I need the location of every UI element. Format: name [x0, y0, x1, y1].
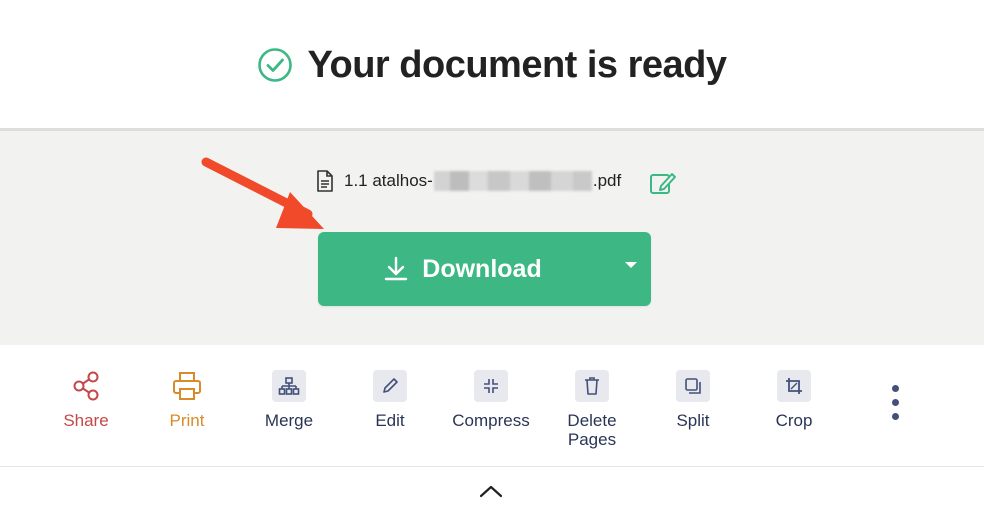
tool-compress-label: Compress — [452, 411, 530, 430]
page-title: Your document is ready — [307, 43, 727, 86]
more-dot — [891, 413, 899, 420]
divider — [0, 466, 984, 467]
file-name-suffix: .pdf — [592, 171, 622, 190]
file-name: 1.1 atalhos- .pdf — [344, 171, 621, 191]
rename-edit-icon[interactable] — [648, 169, 678, 197]
tool-edit[interactable]: Edit — [340, 370, 440, 430]
download-button[interactable]: Download — [318, 232, 651, 306]
tool-merge[interactable]: Merge — [239, 370, 339, 430]
tools-toolbar: Share Print Merge Edit Compress Delete P… — [0, 360, 984, 460]
page: Your document is ready 1.1 atalhos- .pdf — [0, 0, 984, 507]
tool-delete-pages[interactable]: Delete Pages — [542, 370, 642, 449]
merge-icon — [272, 370, 306, 402]
download-options-caret-icon[interactable] — [625, 262, 637, 268]
tool-crop-label: Crop — [775, 411, 813, 430]
tool-edit-label: Edit — [375, 411, 405, 430]
tool-share[interactable]: Share — [36, 370, 136, 430]
share-icon — [69, 370, 103, 402]
tool-merge-label: Merge — [264, 411, 314, 430]
crop-icon — [777, 370, 811, 402]
download-panel: 1.1 atalhos- .pdf Download — [0, 128, 984, 345]
download-main[interactable]: Download — [318, 232, 608, 306]
pointer-arrow-annotation — [201, 157, 324, 229]
tool-split-label: Split — [676, 411, 710, 430]
tool-delete-pages-label: Delete Pages — [567, 411, 617, 449]
download-icon — [385, 256, 408, 281]
header: Your document is ready — [0, 0, 984, 130]
file-name-prefix: 1.1 atalhos- — [344, 171, 433, 190]
tool-split[interactable]: Split — [643, 370, 743, 430]
tool-share-label: Share — [63, 411, 109, 430]
split-icon — [676, 370, 710, 402]
more-dot — [891, 399, 899, 406]
compress-icon — [474, 370, 508, 402]
tool-print[interactable]: Print — [137, 370, 237, 430]
printer-icon — [170, 370, 204, 402]
tool-compress[interactable]: Compress — [441, 370, 541, 430]
file-row: 1.1 atalhos- .pdf — [316, 167, 676, 195]
chevron-up-icon[interactable] — [478, 482, 504, 500]
pencil-icon — [373, 370, 407, 402]
trash-icon — [575, 370, 609, 402]
redacted-filename — [433, 171, 592, 191]
tool-crop[interactable]: Crop — [744, 370, 844, 430]
download-label: Download — [422, 254, 542, 283]
check-circle-icon — [258, 48, 293, 82]
more-options-icon[interactable] — [882, 385, 908, 429]
more-dot — [891, 385, 899, 392]
tool-print-label: Print — [169, 411, 205, 430]
